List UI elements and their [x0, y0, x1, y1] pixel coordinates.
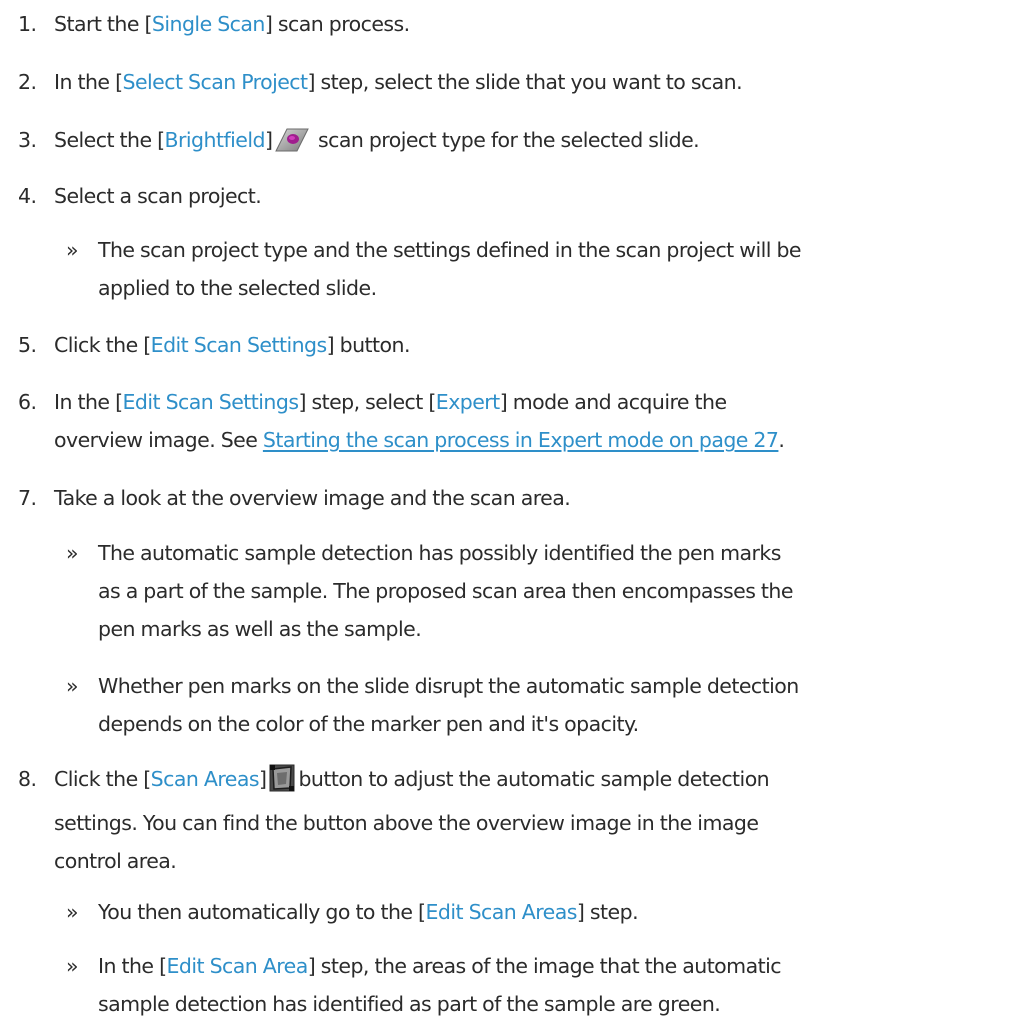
- step-text: Take a look at the overview image and th…: [54, 486, 571, 510]
- step-text: Select the [Brightfield] scan project ty…: [54, 121, 1029, 165]
- result-chevron-icon: »: [66, 541, 79, 565]
- step-text: Click the [Scan Areas] button to adjust …: [54, 760, 1029, 880]
- result-text: The automatic sample detection has possi…: [98, 541, 793, 641]
- result-text: Whether pen marks on the slide disrupt t…: [98, 674, 799, 736]
- brightfield-slide-icon: [275, 127, 310, 165]
- step-number: 5.: [18, 333, 37, 357]
- step-number: 1.: [18, 12, 37, 36]
- step-number: 8.: [18, 767, 37, 791]
- result-chevron-icon: »: [66, 674, 79, 698]
- step-text: Click the [Edit Scan Settings] button.: [54, 333, 410, 357]
- step-text: Start the [Single Scan] scan process.: [54, 12, 410, 36]
- step-number: 4.: [18, 184, 37, 208]
- ui-term-edit-scan-settings: Edit Scan Settings: [150, 333, 328, 357]
- expert-mode-page-link[interactable]: Starting the scan process in Expert mode…: [263, 428, 779, 452]
- step-number: 2.: [18, 70, 37, 94]
- result-chevron-icon: »: [66, 900, 79, 924]
- result-text: The scan project type and the settings d…: [98, 238, 802, 300]
- step-number: 3.: [18, 128, 37, 152]
- instruction-document: 1. Start the [Single Scan] scan process.…: [0, 0, 1033, 1016]
- result-text: You then automatically go to the [Edit S…: [98, 900, 639, 924]
- step-text: Select a scan project.: [54, 184, 262, 208]
- ui-term-brightfield: Brightfield: [164, 128, 266, 152]
- step-number: 7.: [18, 486, 37, 510]
- ui-term-scan-areas: Scan Areas: [150, 767, 260, 791]
- ui-term-expert: Expert: [435, 390, 500, 414]
- ui-term-edit-scan-areas: Edit Scan Areas: [425, 900, 578, 924]
- ui-term-edit-scan-area: Edit Scan Area: [166, 954, 309, 978]
- result-chevron-icon: »: [66, 954, 79, 978]
- result-text: In the [Edit Scan Area] step, the areas …: [98, 954, 782, 1016]
- result-chevron-icon: »: [66, 238, 79, 262]
- ui-term-edit-scan-settings: Edit Scan Settings: [122, 390, 300, 414]
- step-text: In the [Edit Scan Settings] step, select…: [54, 390, 785, 452]
- ui-term-select-scan-project: Select Scan Project: [122, 70, 309, 94]
- ui-term-single-scan: Single Scan: [151, 12, 265, 36]
- step-number: 6.: [18, 390, 37, 414]
- scan-areas-icon: [269, 764, 295, 804]
- step-text: In the [Select Scan Project] step, selec…: [54, 70, 743, 94]
